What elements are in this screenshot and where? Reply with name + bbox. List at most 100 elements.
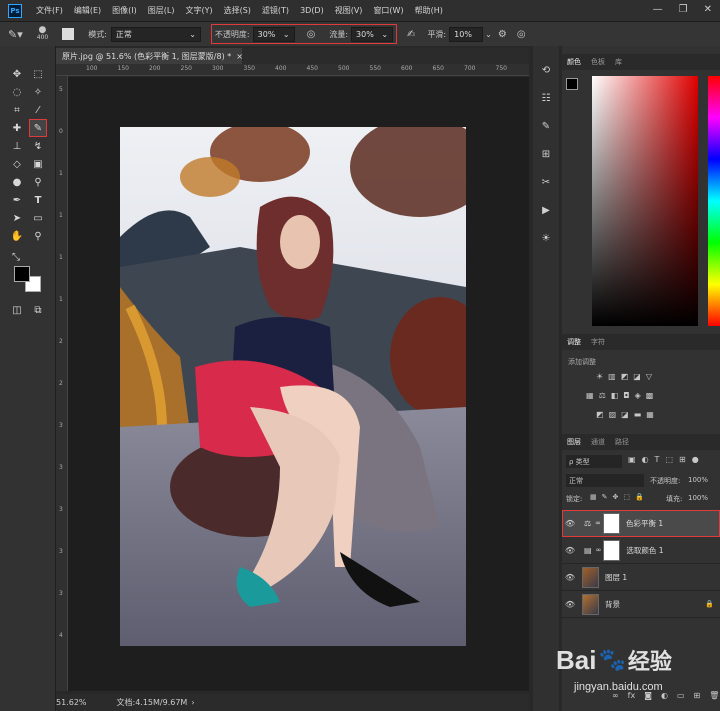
eyedropper-tool-icon[interactable]: ⁄ bbox=[30, 102, 46, 118]
lock-move-icon[interactable]: ✥ bbox=[613, 493, 619, 501]
dodge-tool-icon[interactable]: ⚲ bbox=[30, 174, 46, 190]
new-layer-icon[interactable]: ⊞ bbox=[694, 691, 701, 700]
filter-adjust-icon[interactable]: ◐ bbox=[642, 455, 649, 464]
panel-fg-swatch[interactable] bbox=[566, 78, 578, 90]
menu-3d[interactable]: 3D(D) bbox=[300, 6, 324, 15]
brush-settings-icon[interactable] bbox=[62, 28, 75, 40]
menu-window[interactable]: 窗口(W) bbox=[373, 5, 403, 16]
opacity-input[interactable]: 30% ⌄ bbox=[252, 26, 295, 42]
tab-swatches[interactable]: 色板 bbox=[586, 57, 610, 67]
type-tool-icon[interactable]: T bbox=[30, 192, 46, 208]
foreground-color-swatch[interactable] bbox=[14, 266, 30, 282]
tab-layers[interactable]: 图层 bbox=[562, 437, 586, 447]
filter-shape-icon[interactable]: ⬚ bbox=[665, 455, 673, 464]
close-button[interactable]: ✕ bbox=[704, 4, 712, 15]
filter-type-icon[interactable]: T bbox=[655, 455, 660, 464]
eye-icon[interactable]: 👁 bbox=[562, 573, 578, 582]
layer-mask-thumb[interactable] bbox=[603, 512, 621, 534]
lightbulb-icon[interactable]: ☀ bbox=[538, 230, 554, 246]
lock-transparent-icon[interactable]: ▦ bbox=[590, 493, 597, 501]
menu-help[interactable]: 帮助(H) bbox=[415, 5, 443, 16]
invert-icon[interactable]: ◩ bbox=[596, 410, 604, 419]
lock-paint-icon[interactable]: ✎ bbox=[602, 493, 608, 501]
gear-icon[interactable]: ⚙ bbox=[498, 29, 507, 40]
tab-channels[interactable]: 通道 bbox=[586, 437, 610, 447]
curves-icon[interactable]: ◩ bbox=[621, 372, 629, 381]
tab-paths[interactable]: 路径 bbox=[610, 437, 634, 447]
tab-close-icon[interactable]: × bbox=[236, 52, 243, 61]
layer-opacity-value[interactable]: 100% bbox=[688, 476, 708, 484]
tab-color[interactable]: 颜色 bbox=[562, 57, 586, 67]
smooth-input[interactable]: 10% bbox=[449, 26, 484, 42]
menu-layer[interactable]: 图层(L) bbox=[148, 5, 175, 16]
gradient-map-icon[interactable]: ▬ bbox=[634, 410, 642, 419]
history-panel-icon[interactable]: ⟲ bbox=[538, 62, 554, 78]
filter-pixel-icon[interactable]: ▣ bbox=[628, 455, 636, 464]
tab-libraries[interactable]: 库 bbox=[610, 57, 627, 67]
move-tool-icon[interactable]: ✥ bbox=[9, 66, 25, 82]
pen-tool-icon[interactable]: ✒ bbox=[9, 192, 25, 208]
smooth-dropdown-icon[interactable]: ⌄ bbox=[485, 30, 492, 39]
channel-mixer-icon[interactable]: ◈ bbox=[635, 391, 641, 400]
properties-panel-icon[interactable]: ☷ bbox=[538, 90, 554, 106]
layer-row-selective-color[interactable]: 👁 ▤ ∞ 选取颜色 1 bbox=[562, 537, 720, 564]
fill-value[interactable]: 100% bbox=[688, 494, 708, 502]
flow-input[interactable]: 30% ⌄ bbox=[351, 26, 394, 42]
color-lookup-icon[interactable]: ▩ bbox=[646, 391, 654, 400]
eraser-tool-icon[interactable]: ◇ bbox=[9, 156, 25, 172]
menu-type[interactable]: 文字(Y) bbox=[185, 5, 212, 16]
hue-sat-icon[interactable]: ▦ bbox=[586, 391, 594, 400]
levels-icon[interactable]: ▥ bbox=[608, 372, 616, 381]
menu-edit[interactable]: 编辑(E) bbox=[74, 5, 101, 16]
minimize-button[interactable]: — bbox=[653, 4, 663, 15]
tab-adjustments[interactable]: 调整 bbox=[562, 337, 586, 347]
hand-tool-icon[interactable]: ✋ bbox=[9, 228, 25, 244]
swap-colors-icon[interactable]: ⤡ bbox=[8, 249, 24, 265]
zoom-level[interactable]: 51.62% bbox=[56, 698, 87, 707]
vibrance-icon[interactable]: ▽ bbox=[646, 372, 652, 381]
hue-slider[interactable] bbox=[708, 76, 720, 326]
zoom-tool-icon[interactable]: ⚲ bbox=[30, 228, 46, 244]
restore-button[interactable]: ❐ bbox=[679, 4, 688, 15]
photo-filter-icon[interactable]: ◘ bbox=[623, 391, 629, 400]
eye-icon[interactable]: 👁 bbox=[562, 546, 578, 555]
eye-icon[interactable]: 👁 bbox=[562, 600, 578, 609]
pressure-size-icon[interactable]: ◎ bbox=[517, 29, 526, 40]
brightness-icon[interactable]: ☀ bbox=[596, 372, 603, 381]
trash-icon[interactable]: 🗑 bbox=[709, 691, 719, 700]
chain-icon[interactable]: ∞ bbox=[596, 546, 602, 554]
filter-toggle-icon[interactable]: ● bbox=[692, 455, 699, 464]
mode-select[interactable]: 正常 ⌄ bbox=[110, 26, 201, 42]
bw-icon[interactable]: ◧ bbox=[611, 391, 619, 400]
status-menu-icon[interactable]: › bbox=[191, 698, 194, 707]
exposure-icon[interactable]: ◪ bbox=[633, 372, 641, 381]
tool-presets-icon[interactable]: ✂ bbox=[538, 174, 554, 190]
layer-row-color-balance[interactable]: 👁 ⚖ ∞ 色彩平衡 1 bbox=[562, 510, 720, 537]
screen-mode-icon[interactable]: ⧉ bbox=[30, 302, 46, 318]
threshold-icon[interactable]: ◪ bbox=[621, 410, 629, 419]
crop-tool-icon[interactable]: ⌗ bbox=[9, 102, 25, 118]
color-balance-icon[interactable]: ⚖ bbox=[599, 391, 606, 400]
pressure-opacity-icon[interactable]: ◎ bbox=[307, 29, 316, 40]
quick-select-tool-icon[interactable]: ✧ bbox=[30, 84, 46, 100]
stamp-tool-icon[interactable]: ⊥ bbox=[9, 138, 25, 154]
color-picker-field[interactable] bbox=[592, 76, 698, 326]
brush-tool-icon[interactable]: ✎ bbox=[29, 119, 47, 137]
posterize-icon[interactable]: ▨ bbox=[609, 410, 617, 419]
lock-all-icon[interactable]: 🔒 bbox=[635, 493, 644, 501]
rectangle-tool-icon[interactable]: ▭ bbox=[30, 210, 46, 226]
document-tab[interactable]: 原片.jpg @ 51.6% (色彩平衡 1, 图层蒙版/8) * × bbox=[56, 48, 243, 64]
menu-view[interactable]: 视图(V) bbox=[335, 5, 363, 16]
actions-play-icon[interactable]: ▶ bbox=[538, 202, 554, 218]
document-image[interactable] bbox=[120, 127, 466, 646]
brush-panel-icon[interactable]: ✎ bbox=[538, 118, 554, 134]
lock-artboard-icon[interactable]: ⬚ bbox=[623, 493, 630, 501]
menu-filter[interactable]: 滤镜(T) bbox=[262, 5, 289, 16]
selective-color-icon[interactable]: ▦ bbox=[646, 410, 654, 419]
path-select-tool-icon[interactable]: ➤ bbox=[9, 210, 25, 226]
brush-tool-preset-icon[interactable]: ✎▾ bbox=[8, 28, 23, 41]
eye-icon[interactable]: 👁 bbox=[562, 519, 578, 528]
quick-mask-icon[interactable]: ◫ bbox=[9, 302, 25, 318]
menu-image[interactable]: 图像(I) bbox=[112, 5, 137, 16]
clone-source-icon[interactable]: ⊞ bbox=[538, 146, 554, 162]
